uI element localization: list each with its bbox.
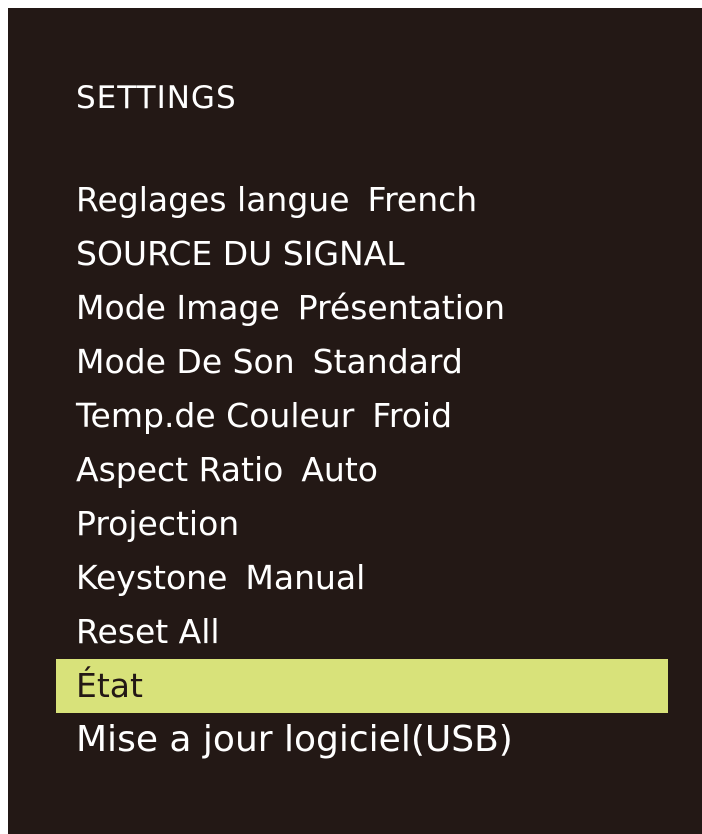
menu-item-color-temp[interactable]: Temp.de Couleur Froid — [8, 389, 702, 443]
menu-item-value: French — [367, 180, 478, 219]
menu-title: SETTINGS — [76, 80, 237, 116]
menu-item-label: Mise a jour logiciel(USB) — [76, 719, 513, 760]
menu-item-label: État — [76, 666, 143, 705]
menu-item-label: Mode Image — [76, 288, 280, 327]
menu-item-picture-mode[interactable]: Mode Image Présentation — [8, 281, 702, 335]
settings-menu: Reglages langue French SOURCE DU SIGNAL M… — [8, 173, 702, 767]
menu-item-value: Standard — [312, 342, 463, 381]
menu-item-value: Auto — [301, 450, 378, 489]
menu-item-label: Mode De Son — [76, 342, 295, 381]
menu-item-projection[interactable]: Projection — [8, 497, 702, 551]
menu-item-software-update[interactable]: Mise a jour logiciel(USB) — [8, 713, 702, 767]
menu-item-value: Froid — [372, 396, 453, 435]
menu-item-label: Reglages langue — [76, 180, 350, 219]
menu-item-value: Présentation — [297, 288, 506, 327]
menu-item-status[interactable]: État — [56, 659, 668, 713]
menu-item-label: SOURCE DU SIGNAL — [76, 234, 405, 273]
menu-item-aspect-ratio[interactable]: Aspect Ratio Auto — [8, 443, 702, 497]
menu-item-language[interactable]: Reglages langue French — [8, 173, 702, 227]
menu-item-value: Manual — [245, 558, 366, 597]
menu-item-label: Projection — [76, 504, 240, 543]
menu-item-label: Temp.de Couleur — [76, 396, 355, 435]
menu-item-sound-mode[interactable]: Mode De Son Standard — [8, 335, 702, 389]
menu-item-label: Aspect Ratio — [76, 450, 284, 489]
menu-item-label: Reset All — [76, 612, 220, 651]
menu-item-label: Keystone — [76, 558, 228, 597]
menu-item-signal-source[interactable]: SOURCE DU SIGNAL — [8, 227, 702, 281]
menu-item-reset-all[interactable]: Reset All — [8, 605, 702, 659]
menu-item-keystone[interactable]: Keystone Manual — [8, 551, 702, 605]
osd-settings-panel: SETTINGS Reglages langue French SOURCE DU… — [8, 8, 702, 834]
